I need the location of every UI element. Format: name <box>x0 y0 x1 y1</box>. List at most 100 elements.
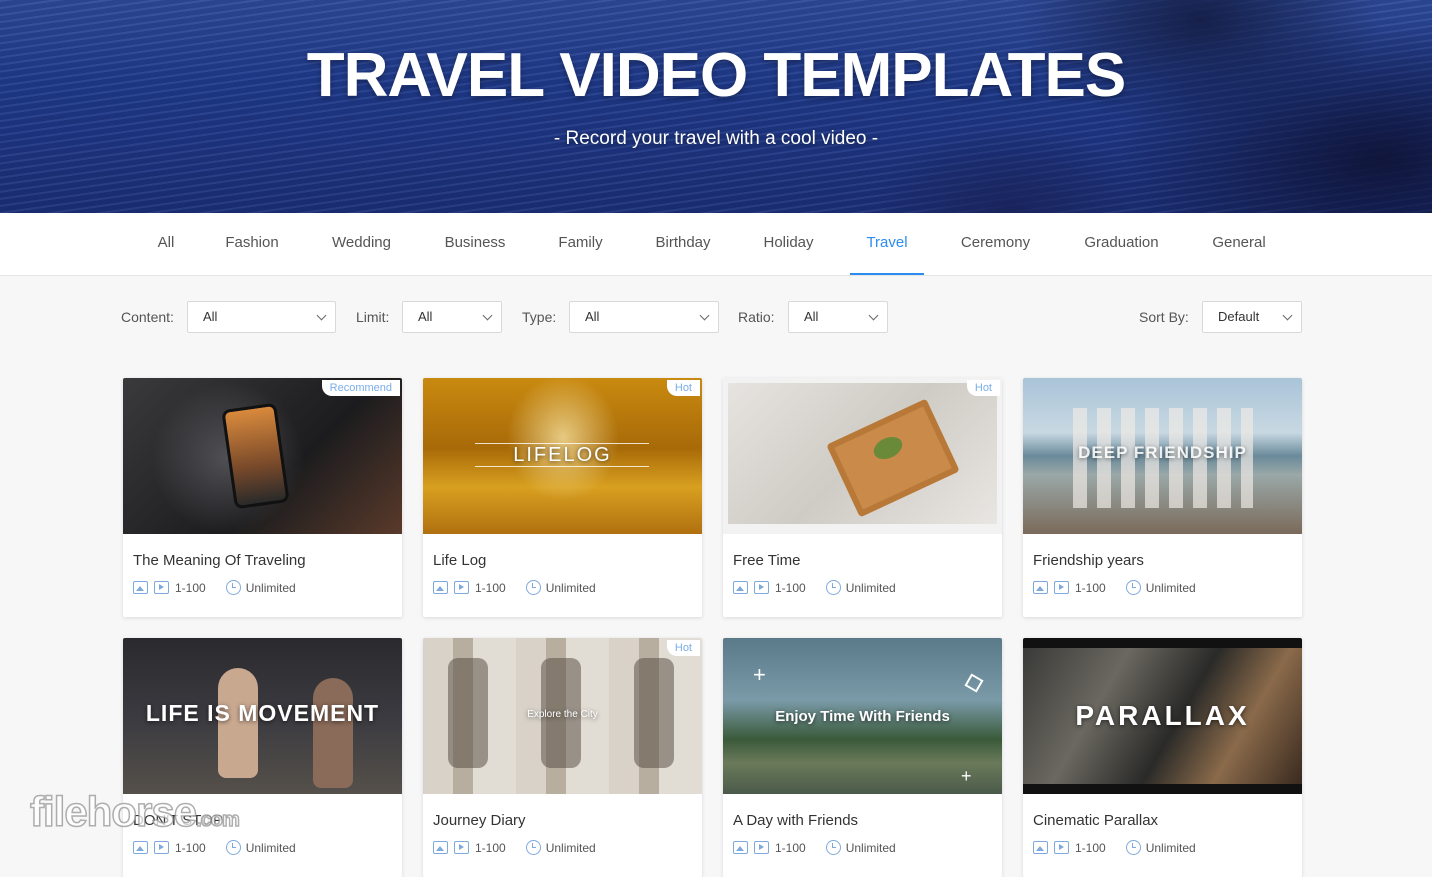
hot-badge: Hot <box>966 380 1000 396</box>
template-thumbnail: Hot <box>723 378 1002 534</box>
template-card[interactable]: DEEP FRIENDSHIP Friendship years 1-100 U… <box>1023 378 1302 617</box>
thumbnail-caption: LIFELOG <box>513 444 612 466</box>
chevron-down-icon <box>316 310 327 321</box>
category-tabs: All Fashion Wedding Business Family Birt… <box>0 213 1432 276</box>
image-icon <box>733 841 748 854</box>
template-thumbnail: LIFE IS MOVEMENT <box>123 638 402 794</box>
clock-icon <box>825 580 841 595</box>
tab-wedding[interactable]: Wedding <box>325 213 398 275</box>
template-card[interactable]: LIFELOG Hot Life Log 1-100 Unlimited <box>423 378 702 617</box>
media-range: 1-100 <box>1075 580 1106 595</box>
diamond-icon <box>964 673 984 693</box>
template-thumbnail: LIFELOG Hot <box>423 378 702 534</box>
template-meta: 1-100 Unlimited <box>1033 580 1196 595</box>
clock-icon <box>525 580 541 595</box>
sort-select-value: Default <box>1218 309 1260 324</box>
clock-icon <box>225 840 241 855</box>
template-thumbnail: Recommend <box>123 378 402 534</box>
image-icon <box>733 581 748 594</box>
limit-select[interactable]: All <box>402 301 502 333</box>
clock-icon <box>825 840 841 855</box>
tab-general[interactable]: General <box>1205 213 1273 275</box>
chevron-down-icon <box>868 310 879 321</box>
duration: Unlimited <box>845 840 896 855</box>
video-icon <box>454 581 469 594</box>
duration: Unlimited <box>545 840 596 855</box>
template-card[interactable]: Explore the City Hot Journey Diary 1-100… <box>423 638 702 877</box>
ratio-filter-label: Ratio: <box>738 309 775 325</box>
image-icon <box>133 841 148 854</box>
template-thumbnail: PARALLAX <box>1023 638 1302 794</box>
tab-holiday[interactable]: Holiday <box>756 213 821 275</box>
image-icon <box>133 581 148 594</box>
thumbnail-caption: LIFE IS MOVEMENT <box>145 700 380 726</box>
media-range: 1-100 <box>175 840 206 855</box>
chevron-down-icon <box>1282 310 1293 321</box>
template-meta: 1-100 Unlimited <box>1033 840 1196 855</box>
watermark: filehorse.com <box>29 787 240 836</box>
video-icon <box>1054 581 1069 594</box>
tab-travel[interactable]: Travel <box>850 213 924 275</box>
duration: Unlimited <box>245 840 296 855</box>
hero-banner: TRAVEL VIDEO TEMPLATES - Record your tra… <box>0 0 1432 213</box>
media-range: 1-100 <box>175 580 206 595</box>
image-icon <box>433 581 448 594</box>
media-range: 1-100 <box>475 580 506 595</box>
clock-icon <box>525 840 541 855</box>
template-card[interactable]: Hot Free Time 1-100 Unlimited <box>723 378 1002 617</box>
template-meta: 1-100 Unlimited <box>433 580 596 595</box>
template-title: Cinematic Parallax <box>1033 812 1159 829</box>
hot-badge: Hot <box>666 380 700 396</box>
thumbnail-caption: Enjoy Time With Friends <box>775 708 950 725</box>
limit-filter-label: Limit: <box>356 309 390 325</box>
sort-select[interactable]: Default <box>1202 301 1302 333</box>
template-title: Free Time <box>733 552 801 569</box>
content-select[interactable]: All <box>187 301 336 333</box>
video-icon <box>154 841 169 854</box>
duration: Unlimited <box>1145 580 1196 595</box>
video-icon <box>754 581 769 594</box>
ratio-select[interactable]: All <box>788 301 888 333</box>
duration: Unlimited <box>845 580 896 595</box>
template-thumbnail: + + Enjoy Time With Friends <box>723 638 1002 794</box>
template-thumbnail: DEEP FRIENDSHIP <box>1023 378 1302 534</box>
chevron-down-icon <box>482 310 493 321</box>
watermark-suffix: .com <box>195 808 240 832</box>
tab-ceremony[interactable]: Ceremony <box>953 213 1038 275</box>
media-range: 1-100 <box>1075 840 1106 855</box>
image-icon <box>433 841 448 854</box>
clock-icon <box>1125 840 1141 855</box>
template-card[interactable]: PARALLAX Cinematic Parallax 1-100 Unlimi… <box>1023 638 1302 877</box>
type-select[interactable]: All <box>569 301 719 333</box>
tab-fashion[interactable]: Fashion <box>218 213 286 275</box>
clock-icon <box>225 580 241 595</box>
media-range: 1-100 <box>775 580 806 595</box>
template-card[interactable]: Recommend The Meaning Of Traveling 1-100… <box>123 378 402 617</box>
video-icon <box>754 841 769 854</box>
template-thumbnail: Explore the City Hot <box>423 638 702 794</box>
video-icon <box>454 841 469 854</box>
page-subtitle: - Record your travel with a cool video - <box>553 128 879 149</box>
thumbnail-caption: Explore the City <box>527 709 598 720</box>
ratio-select-value: All <box>804 309 819 324</box>
watermark-text: filehorse <box>29 787 198 836</box>
tab-graduation[interactable]: Graduation <box>1077 213 1166 275</box>
hot-badge: Hot <box>666 640 700 656</box>
tab-family[interactable]: Family <box>550 213 611 275</box>
tab-all[interactable]: All <box>148 213 184 275</box>
duration: Unlimited <box>1145 840 1196 855</box>
template-meta: 1-100 Unlimited <box>433 840 596 855</box>
template-meta: 1-100 Unlimited <box>733 840 896 855</box>
tab-birthday[interactable]: Birthday <box>648 213 718 275</box>
media-range: 1-100 <box>775 840 806 855</box>
video-icon <box>1054 841 1069 854</box>
template-meta: 1-100 Unlimited <box>133 840 296 855</box>
clock-icon <box>1125 580 1141 595</box>
content-select-value: All <box>203 309 218 324</box>
image-icon <box>1033 841 1048 854</box>
template-meta: 1-100 Unlimited <box>133 580 296 595</box>
sparkle-icon: + <box>961 766 972 786</box>
template-card[interactable]: LIFE IS MOVEMENT DON'T STOP 1-100 Unlimi… <box>123 638 402 877</box>
template-card[interactable]: + + Enjoy Time With Friends A Day with F… <box>723 638 1002 877</box>
tab-business[interactable]: Business <box>437 213 513 275</box>
